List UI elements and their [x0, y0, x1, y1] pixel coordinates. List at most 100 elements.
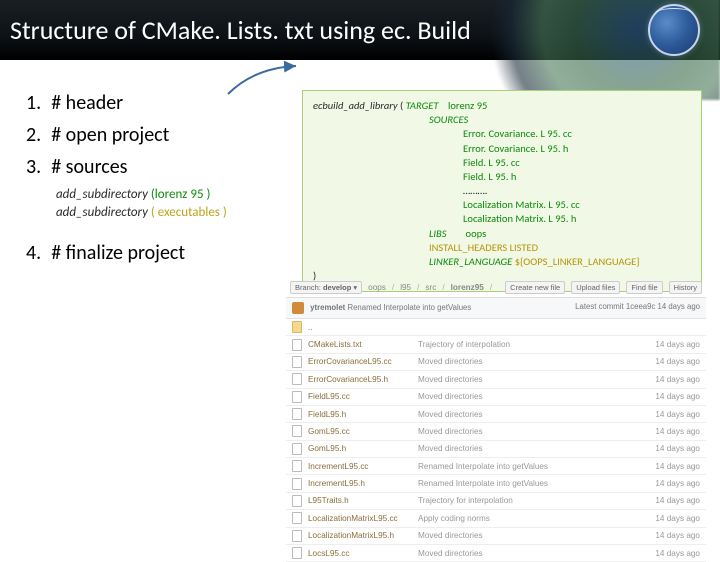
table-row[interactable]: LocalizationMatrixL95.ccApply coding nor…	[286, 510, 706, 527]
file-commit-msg: Moved directories	[418, 427, 630, 436]
file-icon	[292, 425, 302, 437]
file-icon	[292, 478, 302, 490]
file-commit-msg: Apply coding norms	[418, 514, 630, 523]
file-name[interactable]: GomL95.h	[308, 444, 418, 453]
subcode-arg-1: (lorenz 95 )	[151, 187, 211, 202]
jcsda-logo	[648, 4, 700, 56]
file-commit-msg: Moved directories	[418, 392, 630, 401]
file-icon	[292, 512, 302, 524]
src-6: Localization Matrix. L 95. h	[313, 212, 691, 226]
table-row[interactable]: CMakeLists.txtTrajectory of interpolatio…	[286, 336, 706, 353]
crumb-1[interactable]: oops	[368, 283, 386, 292]
file-name[interactable]: GomL95.cc	[308, 427, 418, 436]
table-row[interactable]: LocsL95.ccMoved directories14 days ago	[286, 545, 706, 562]
file-name[interactable]: FieldL95.cc	[308, 392, 418, 401]
file-icon	[292, 339, 302, 351]
crumb-4: lorenz95	[451, 283, 484, 292]
file-icon	[292, 547, 302, 559]
table-row[interactable]: ErrorCovarianceL95.ccMoved directories14…	[286, 354, 706, 371]
table-row[interactable]: ..	[286, 319, 706, 336]
slide-header: Structure of CMake. Lists. txt using ec.…	[0, 0, 720, 60]
file-icon	[292, 495, 302, 507]
file-commit-msg: Moved directories	[418, 549, 630, 558]
steps-list-2: # finalize project	[26, 240, 286, 266]
file-name[interactable]: L95Traits.h	[308, 496, 418, 505]
btn-create-file[interactable]: Create new file	[505, 281, 565, 294]
commit-meta: Latest commit 1ceea9c 14 days ago	[575, 302, 700, 314]
file-name[interactable]: ErrorCovarianceL95.cc	[308, 357, 418, 366]
github-file-list: Branch: develop ▾ oops/ l95/ src/ lorenz…	[286, 278, 706, 562]
codebox-fn: ecbuild_add_library	[313, 99, 398, 112]
kw-target: TARGET	[406, 99, 439, 112]
step-finalize: # finalize project	[26, 240, 286, 266]
src-4: ……….	[313, 184, 691, 198]
subcode-fn-1: add_subdirectory	[56, 187, 148, 202]
avatar	[292, 302, 304, 314]
file-time: 14 days ago	[630, 340, 700, 349]
file-time: 14 days ago	[630, 375, 700, 384]
file-name[interactable]: LocalizationMatrixL95.cc	[308, 514, 418, 523]
file-name[interactable]: IncrementL95.h	[308, 479, 418, 488]
filelist-last-commit: ytremolet Renamed Interpolate into getVa…	[286, 298, 706, 319]
table-row[interactable]: L95Traits.hTrajectory for interpolation1…	[286, 493, 706, 510]
file-name[interactable]: LocsL95.cc	[308, 549, 418, 558]
file-icon	[292, 373, 302, 385]
file-time: 14 days ago	[630, 444, 700, 453]
crumb-2[interactable]: l95	[400, 283, 411, 292]
file-time: 14 days ago	[630, 549, 700, 558]
crumb-3[interactable]: src	[425, 283, 436, 292]
file-commit-msg: Renamed Interpolate into getValues	[418, 462, 630, 471]
table-row[interactable]: IncrementL95.ccRenamed Interpolate into …	[286, 458, 706, 475]
table-row[interactable]: GomL95.ccMoved directories14 days ago	[286, 423, 706, 440]
file-commit-msg: Trajectory for interpolation	[418, 496, 630, 505]
branch-selector[interactable]: Branch: develop ▾	[290, 281, 362, 294]
kw-linker: LINKER_LANGUAGE	[429, 255, 512, 268]
commit-msg[interactable]: Renamed Interpolate into getValues	[347, 303, 471, 312]
slide-content: # header # open project # sources add_su…	[0, 60, 720, 292]
file-time: 14 days ago	[630, 427, 700, 436]
file-time: 14 days ago	[630, 392, 700, 401]
table-row[interactable]: ErrorCovarianceL95.hMoved directories14 …	[286, 371, 706, 388]
src-5: Localization Matrix. L 95. cc	[313, 198, 691, 212]
file-icon	[292, 391, 302, 403]
table-row[interactable]: GomL95.hMoved directories14 days ago	[286, 441, 706, 458]
val-target: lorenz 95	[448, 99, 487, 112]
file-name[interactable]: ..	[308, 323, 418, 332]
kw-sources: SOURCES	[429, 113, 468, 126]
file-commit-msg: Moved directories	[418, 531, 630, 540]
slide-title: Structure of CMake. Lists. txt using ec.…	[10, 14, 471, 46]
filelist-header: Branch: develop ▾ oops/ l95/ src/ lorenz…	[286, 278, 706, 298]
file-name[interactable]: IncrementL95.cc	[308, 462, 418, 471]
file-time: 14 days ago	[630, 357, 700, 366]
table-row[interactable]: LocalizationMatrixL95.hMoved directories…	[286, 528, 706, 545]
file-name[interactable]: CMakeLists.txt	[308, 340, 418, 349]
file-icon	[292, 356, 302, 368]
filelist-rows: .. CMakeLists.txtTrajectory of interpolat…	[286, 319, 706, 562]
table-row[interactable]: FieldL95.ccMoved directories14 days ago	[286, 389, 706, 406]
kw-libs: LIBS	[429, 227, 447, 240]
file-commit-msg: Renamed Interpolate into getValues	[418, 479, 630, 488]
right-column: ecbuild_add_library ( TARGET lorenz 95 S…	[302, 90, 702, 292]
table-row[interactable]: IncrementL95.hRenamed Interpolate into g…	[286, 475, 706, 492]
btn-upload-files[interactable]: Upload files	[571, 281, 620, 294]
btn-history[interactable]: History	[669, 281, 702, 294]
file-name[interactable]: LocalizationMatrixL95.h	[308, 531, 418, 540]
src-3: Field. L 95. h	[313, 170, 691, 184]
commit-user[interactable]: ytremolet	[310, 303, 345, 312]
file-time: 14 days ago	[630, 479, 700, 488]
file-icon	[292, 408, 302, 420]
src-2: Field. L 95. cc	[313, 156, 691, 170]
codebox-open: (	[400, 99, 403, 112]
step-sources: # sources	[26, 154, 286, 180]
subcode-arg-2: ( executables )	[151, 205, 227, 220]
file-time: 14 days ago	[630, 410, 700, 419]
file-icon	[292, 460, 302, 472]
file-name[interactable]: FieldL95.h	[308, 410, 418, 419]
step-header: # header	[26, 90, 286, 116]
left-column: # header # open project # sources add_su…	[26, 90, 286, 292]
file-time: 14 days ago	[630, 531, 700, 540]
file-commit-msg: Trajectory of interpolation	[418, 340, 630, 349]
file-name[interactable]: ErrorCovarianceL95.h	[308, 375, 418, 384]
table-row[interactable]: FieldL95.hMoved directories14 days ago	[286, 406, 706, 423]
btn-find-file[interactable]: Find file	[626, 281, 662, 294]
